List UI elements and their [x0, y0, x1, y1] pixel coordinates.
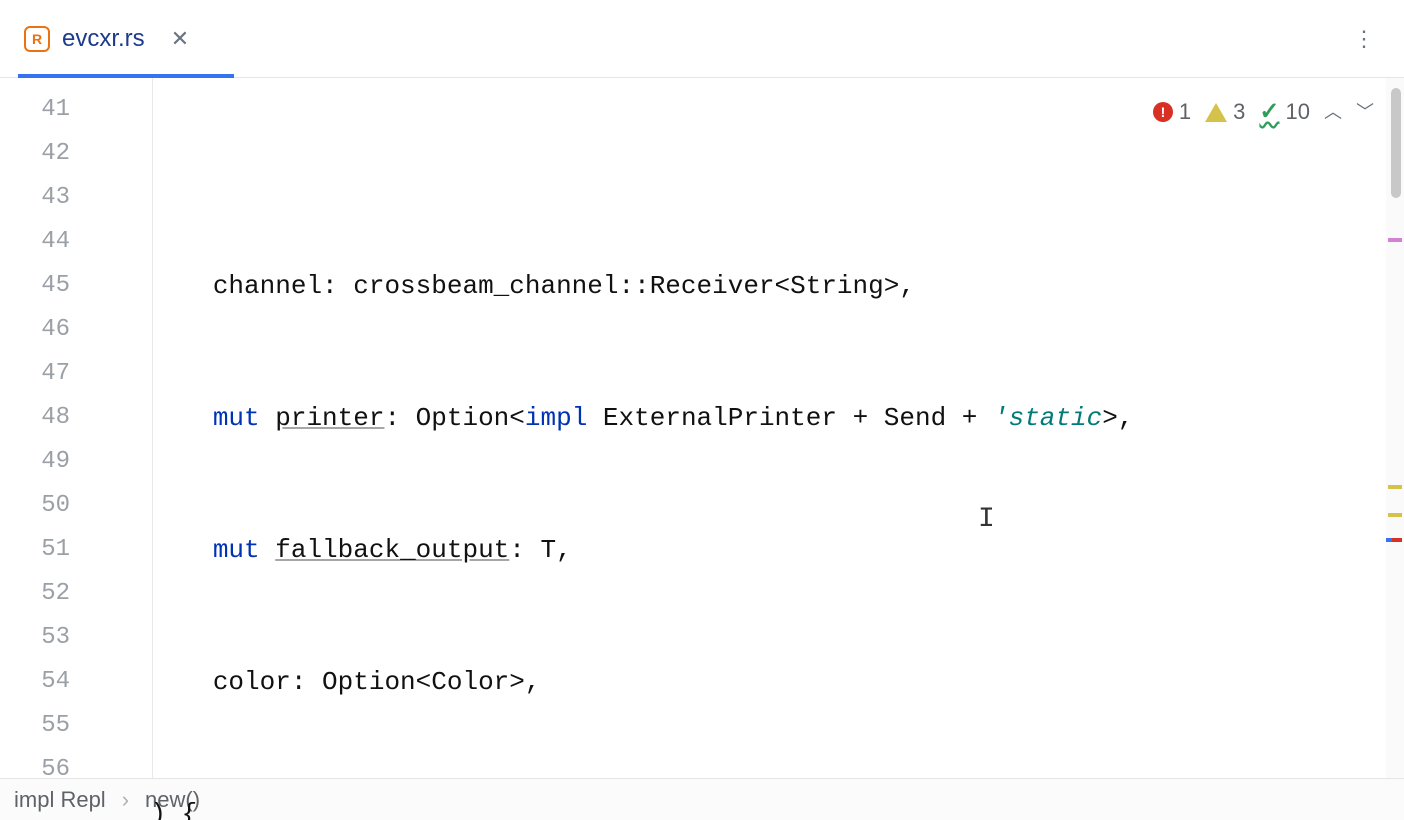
weak-warning-count[interactable]: ✓10 [1259, 90, 1310, 134]
line-number: 45 [0, 264, 70, 308]
chevron-up-icon[interactable]: ︿ [1324, 90, 1342, 134]
line-number: 56 [0, 748, 70, 792]
inspection-status[interactable]: !1 3 ✓10 ︿ ﹀ [1153, 90, 1374, 134]
error-stripe[interactable] [1386, 78, 1404, 778]
line-number: 55 [0, 704, 70, 748]
warning-count[interactable]: 3 [1205, 90, 1245, 134]
line-number: 53 [0, 616, 70, 660]
code-line[interactable]: mut printer: Option<impl ExternalPrinter… [88, 396, 1404, 440]
line-number: 41 [0, 88, 70, 132]
line-number: 44 [0, 220, 70, 264]
tab-filename: evcxr.rs [62, 25, 145, 53]
warning-icon [1205, 103, 1227, 122]
line-number: 47 [0, 352, 70, 396]
line-number: 42 [0, 132, 70, 176]
more-menu-icon[interactable]: ⋮ [1353, 26, 1376, 52]
code-line[interactable]: ) { [88, 792, 1404, 820]
error-stripe-mark[interactable] [1388, 513, 1402, 517]
code-line[interactable]: color: Option<Color>, [88, 660, 1404, 704]
line-number: 50 [0, 484, 70, 528]
close-icon[interactable]: ✕ [171, 26, 189, 52]
code-area[interactable]: !1 3 ✓10 ︿ ﹀ channel: crossbeam_channel:… [88, 78, 1404, 778]
code-line[interactable]: channel: crossbeam_channel::Receiver<Str… [88, 264, 1404, 308]
error-stripe-mark[interactable] [1388, 238, 1402, 242]
line-number: 54 [0, 660, 70, 704]
line-number: 52 [0, 572, 70, 616]
line-number: 46 [0, 308, 70, 352]
scrollbar-thumb[interactable] [1391, 88, 1401, 198]
code-line[interactable]: mut fallback_output: T, [88, 528, 1404, 572]
line-number: 51 [0, 528, 70, 572]
check-icon: ✓ [1259, 90, 1279, 134]
chevron-down-icon[interactable]: ﹀ [1356, 90, 1374, 134]
error-stripe-mark[interactable] [1388, 485, 1402, 489]
line-number: 43 [0, 176, 70, 220]
line-number: 49 [0, 440, 70, 484]
rust-file-icon: R [24, 26, 50, 52]
file-tab[interactable]: R evcxr.rs ✕ [18, 0, 209, 77]
editor[interactable]: 41 42 43 44 45 46 47 48 49 50 51 52 53 5… [0, 78, 1404, 778]
error-count[interactable]: !1 [1153, 90, 1191, 134]
line-number: 48 [0, 396, 70, 440]
tab-bar: R evcxr.rs ✕ ⋮ [0, 0, 1404, 78]
text-cursor-icon: I [978, 498, 995, 542]
error-stripe-mark[interactable] [1386, 538, 1392, 542]
line-gutter: 41 42 43 44 45 46 47 48 49 50 51 52 53 5… [0, 78, 88, 778]
error-icon: ! [1153, 102, 1173, 122]
